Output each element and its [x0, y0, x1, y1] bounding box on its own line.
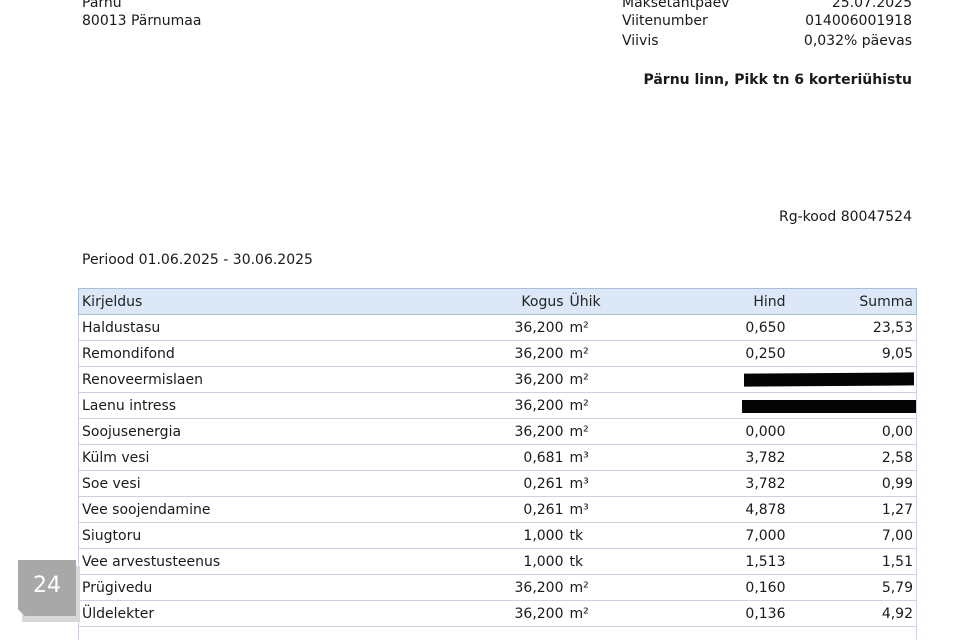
- row-unit: tk: [566, 548, 659, 575]
- redaction-bar: [742, 400, 916, 413]
- table-row: Siugtoru 1,000 tk 7,000 7,00: [78, 522, 917, 549]
- registry-code: Rg-kood 80047524: [779, 209, 912, 225]
- row-quantity: 1,000: [478, 522, 567, 549]
- table-row: Prügivedu 36,200 m² 0,160 5,79: [78, 574, 917, 601]
- row-price: 0,650: [658, 314, 789, 341]
- row-total: 9,05: [788, 340, 917, 367]
- table-row: Külm vesi 0,681 m³ 3,782 2,58: [78, 444, 917, 471]
- row-unit: tk: [566, 522, 659, 549]
- row-unit: m²: [566, 392, 659, 419]
- row-quantity: 1,000: [478, 548, 567, 575]
- row-description: Külm vesi: [78, 444, 479, 471]
- row-quantity: 36,200: [478, 366, 567, 393]
- row-description: Soojusenergia: [78, 418, 479, 445]
- column-header-description: Kirjeldus: [78, 288, 479, 315]
- row-total: 0,99: [788, 470, 917, 497]
- row-price: 4,878: [658, 496, 789, 523]
- table-row: Üldelekter 36,200 m² 0,136 4,92: [78, 600, 917, 627]
- row-description: Soe vesi: [78, 470, 479, 497]
- invoice-page: Pärnu 80013 Pärnumaa Maksetähtpäev 25.07…: [0, 0, 960, 640]
- row-description: Siugtoru: [78, 522, 479, 549]
- row-total: 1,27: [788, 496, 917, 523]
- table-row: Soojusenergia 36,200 m² 0,000 0,00: [78, 418, 917, 445]
- row-total: 23,53: [788, 314, 917, 341]
- late-fee-value: 0,032% päevas: [803, 33, 912, 49]
- row-total: 2,58: [788, 444, 917, 471]
- row-price: 0,136: [658, 600, 789, 627]
- row-quantity: 36,200: [478, 392, 567, 419]
- row-unit: m³: [566, 470, 659, 497]
- row-price: 7,000: [658, 522, 789, 549]
- address-postcode: 80013 Pärnumaa: [82, 13, 202, 29]
- row-unit: m²: [566, 600, 659, 627]
- table-row: Vee soojendamine 0,261 m³ 4,878 1,27: [78, 496, 917, 523]
- row-description: Haldustasu: [78, 314, 479, 341]
- row-quantity: 0,261: [478, 496, 567, 523]
- row-description: Laenu intress: [78, 392, 479, 419]
- row-price: 3,782: [658, 470, 789, 497]
- row-price: 0,250: [658, 340, 789, 367]
- invoice-table: Kirjeldus Kogus Ühik Hind Summa Haldusta…: [78, 288, 917, 640]
- row-description: Remondifond: [78, 340, 479, 367]
- row-description: Prügivedu: [78, 574, 479, 601]
- row-quantity: 36,200: [478, 600, 567, 627]
- table-row: Vee arvestusteenus 1,000 tk 1,513 1,51: [78, 548, 917, 575]
- column-header-price: Hind: [658, 288, 789, 315]
- row-unit: m³: [566, 496, 659, 523]
- row-description: Vee soojendamine: [78, 496, 479, 523]
- reference-number-value: 014006001918: [805, 13, 912, 29]
- row-quantity: 36,200: [478, 340, 567, 367]
- row-description: Üldelekter: [78, 600, 479, 627]
- row-unit: m²: [566, 574, 659, 601]
- address-city: Pärnu: [82, 0, 122, 11]
- table-row: Soe vesi 0,261 m³ 3,782 0,99: [78, 470, 917, 497]
- row-total: 7,00: [788, 522, 917, 549]
- table-row: Haldustasu 36,200 m² 0,650 23,53: [78, 314, 917, 341]
- row-unit: m²: [566, 366, 659, 393]
- row-price: 3,782: [658, 444, 789, 471]
- row-description: Renoveermislaen: [78, 366, 479, 393]
- row-total: 0,00: [788, 418, 917, 445]
- due-date-value: 25.07.2025: [831, 0, 912, 11]
- company-name: Pärnu linn, Pikk tn 6 korteriühistu: [643, 72, 912, 88]
- row-price: 1,513: [658, 548, 789, 575]
- row-total: 1,51: [788, 548, 917, 575]
- table-header-row: Kirjeldus Kogus Ühik Hind Summa: [78, 288, 917, 315]
- row-total: 5,79: [788, 574, 917, 601]
- page-number-badge: 24: [18, 560, 76, 616]
- late-fee-label: Viivis: [622, 33, 659, 49]
- table-row: Remondifond 36,200 m² 0,250 9,05: [78, 340, 917, 367]
- row-unit: m²: [566, 314, 659, 341]
- row-unit: m³: [566, 444, 659, 471]
- row-description: Vee arvestusteenus: [78, 548, 479, 575]
- row-price: 0,000: [658, 418, 789, 445]
- column-header-total: Summa: [788, 288, 917, 315]
- column-header-quantity: Kogus: [478, 288, 567, 315]
- redaction-bar: [743, 372, 915, 387]
- billing-period: Periood 01.06.2025 - 30.06.2025: [82, 252, 313, 268]
- row-quantity: 36,200: [478, 314, 567, 341]
- row-unit: m²: [566, 418, 659, 445]
- due-date-label: Maksetähtpäev: [622, 0, 730, 11]
- reference-number-label: Viitenumber: [622, 13, 708, 29]
- row-quantity: 0,261: [478, 470, 567, 497]
- column-header-unit: Ühik: [566, 288, 659, 315]
- table-row-partial: [78, 626, 917, 640]
- row-unit: m²: [566, 340, 659, 367]
- row-price: 0,160: [658, 574, 789, 601]
- row-total: 4,92: [788, 600, 917, 627]
- row-quantity: 36,200: [478, 574, 567, 601]
- row-quantity: 0,681: [478, 444, 567, 471]
- row-quantity: 36,200: [478, 418, 567, 445]
